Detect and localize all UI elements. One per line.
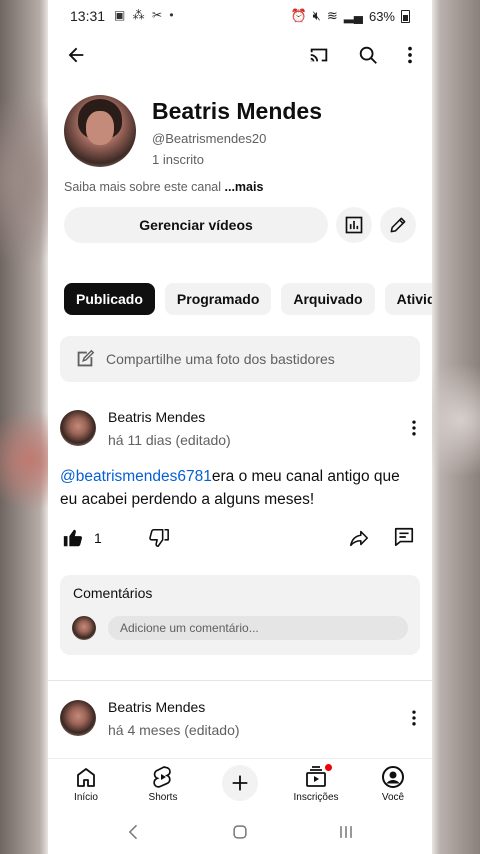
post-author[interactable]: Beatris Mendes bbox=[108, 699, 205, 715]
post-author-avatar[interactable] bbox=[60, 700, 96, 736]
chip-atividade[interactable]: Atividad bbox=[384, 283, 432, 315]
more-vert-icon bbox=[408, 46, 412, 64]
post-more-button[interactable] bbox=[404, 706, 424, 730]
account-circle-icon bbox=[382, 766, 404, 788]
comment-icon bbox=[394, 527, 414, 547]
post-time: há 4 meses (editado) bbox=[108, 722, 240, 738]
system-navigation-bar bbox=[48, 810, 432, 854]
share-arrow-icon bbox=[349, 530, 369, 547]
more-vert-icon bbox=[412, 710, 416, 726]
status-time: 13:31 bbox=[70, 8, 106, 24]
recents-icon bbox=[340, 826, 352, 838]
thumbs-up-icon bbox=[63, 529, 83, 547]
post-text: @beatrismendes6781era o meu canal antigo… bbox=[60, 465, 415, 511]
share-placeholder: Compartilhe uma foto dos bastidores bbox=[106, 351, 335, 367]
shorts-icon bbox=[153, 766, 171, 788]
plus-icon bbox=[232, 775, 248, 791]
filter-chips: Publicado Programado Arquivado Atividad bbox=[64, 283, 432, 315]
more-options-button[interactable] bbox=[392, 37, 428, 73]
nav-subscriptions[interactable]: Inscrições bbox=[284, 759, 348, 811]
status-bar: 13:31 ▣ ⁂ ✂ • ⏰ 🔇︎ ≋ ▂▄ 63% bbox=[48, 0, 432, 32]
about-more-link[interactable]: ...mais bbox=[225, 180, 264, 194]
edit-channel-button[interactable] bbox=[380, 207, 416, 243]
thumbs-down-icon bbox=[149, 528, 169, 548]
post-more-button[interactable] bbox=[404, 416, 424, 440]
bottom-navigation: Início Shorts Inscrições Você bbox=[48, 758, 432, 811]
system-home-button[interactable] bbox=[220, 818, 260, 846]
system-icons: ⏰ 🔇︎ ≋ ▂▄ 63% bbox=[290, 8, 410, 24]
notification-icons: ▣ ⁂ ✂ • bbox=[114, 8, 176, 22]
system-back-button[interactable] bbox=[114, 818, 154, 846]
post-divider bbox=[48, 680, 432, 681]
create-button[interactable] bbox=[222, 765, 258, 801]
chip-programado[interactable]: Programado bbox=[164, 283, 272, 315]
channel-avatar[interactable] bbox=[64, 95, 136, 167]
pencil-icon bbox=[390, 217, 406, 233]
phone-screen: 13:31 ▣ ⁂ ✂ • ⏰ 🔇︎ ≋ ▂▄ 63% Beatris Mend… bbox=[48, 0, 432, 854]
system-recents-button[interactable] bbox=[326, 818, 366, 846]
nav-you-label: Você bbox=[381, 792, 405, 803]
about-text: Saiba mais sobre este canal bbox=[64, 180, 222, 194]
cast-button[interactable] bbox=[301, 37, 337, 73]
post-time: há 11 dias (editado) bbox=[108, 432, 231, 448]
top-app-bar bbox=[48, 36, 432, 76]
channel-handle: @Beatrismendes20 bbox=[152, 131, 267, 146]
post-author[interactable]: Beatris Mendes bbox=[108, 409, 205, 425]
channel-about[interactable]: Saiba mais sobre este canal ...mais bbox=[64, 180, 263, 194]
post-author-avatar[interactable] bbox=[60, 410, 96, 446]
search-icon bbox=[359, 46, 377, 64]
analytics-button[interactable] bbox=[336, 207, 372, 243]
home-icon bbox=[77, 768, 95, 787]
chevron-left-icon bbox=[128, 824, 138, 840]
nav-home-label: Início bbox=[74, 792, 98, 803]
dislike-button[interactable] bbox=[148, 527, 170, 549]
nav-subscriptions-label: Inscrições bbox=[293, 792, 339, 803]
commenter-avatar bbox=[72, 616, 96, 640]
manage-videos-button[interactable]: Gerenciar vídeos bbox=[64, 207, 328, 243]
analytics-icon bbox=[345, 216, 363, 234]
chip-publicado[interactable]: Publicado bbox=[64, 283, 155, 315]
subscriber-count: 1 inscrito bbox=[152, 152, 205, 167]
comments-section[interactable]: Comentários Adicione um comentário... bbox=[60, 575, 420, 655]
like-button[interactable]: 1 bbox=[62, 527, 102, 549]
more-vert-icon bbox=[412, 420, 416, 436]
alarm-icon: ⏰ bbox=[290, 8, 307, 23]
home-square-icon bbox=[233, 825, 247, 839]
nav-home[interactable]: Início bbox=[54, 759, 118, 811]
chip-arquivado[interactable]: Arquivado bbox=[281, 283, 375, 315]
post-mention-link[interactable]: @beatrismendes6781 bbox=[60, 468, 212, 485]
like-count: 1 bbox=[94, 530, 102, 546]
comment-button[interactable] bbox=[393, 526, 415, 548]
channel-name: Beatris Mendes bbox=[152, 98, 323, 124]
comments-title: Comentários bbox=[73, 585, 153, 601]
share-behind-scenes-box[interactable]: Compartilhe uma foto dos bastidores bbox=[60, 336, 420, 382]
notification-dot bbox=[324, 763, 333, 772]
battery-text: 63% bbox=[368, 8, 395, 24]
edit-image-icon bbox=[77, 349, 95, 367]
mute-icon: 🔇︎ bbox=[312, 8, 321, 23]
battery-icon bbox=[401, 9, 410, 23]
signal-icon: ▂▄ bbox=[343, 8, 363, 23]
arrow-left-icon bbox=[68, 47, 84, 63]
add-comment-input[interactable]: Adicione um comentário... bbox=[108, 616, 408, 640]
nav-you[interactable]: Você bbox=[361, 759, 425, 811]
cast-icon bbox=[310, 48, 328, 62]
wifi-icon: ≋ bbox=[326, 8, 338, 23]
nav-shorts[interactable]: Shorts bbox=[131, 759, 195, 811]
back-button[interactable] bbox=[58, 37, 94, 73]
share-button[interactable] bbox=[348, 527, 370, 549]
nav-shorts-label: Shorts bbox=[148, 792, 178, 803]
search-button[interactable] bbox=[350, 37, 386, 73]
